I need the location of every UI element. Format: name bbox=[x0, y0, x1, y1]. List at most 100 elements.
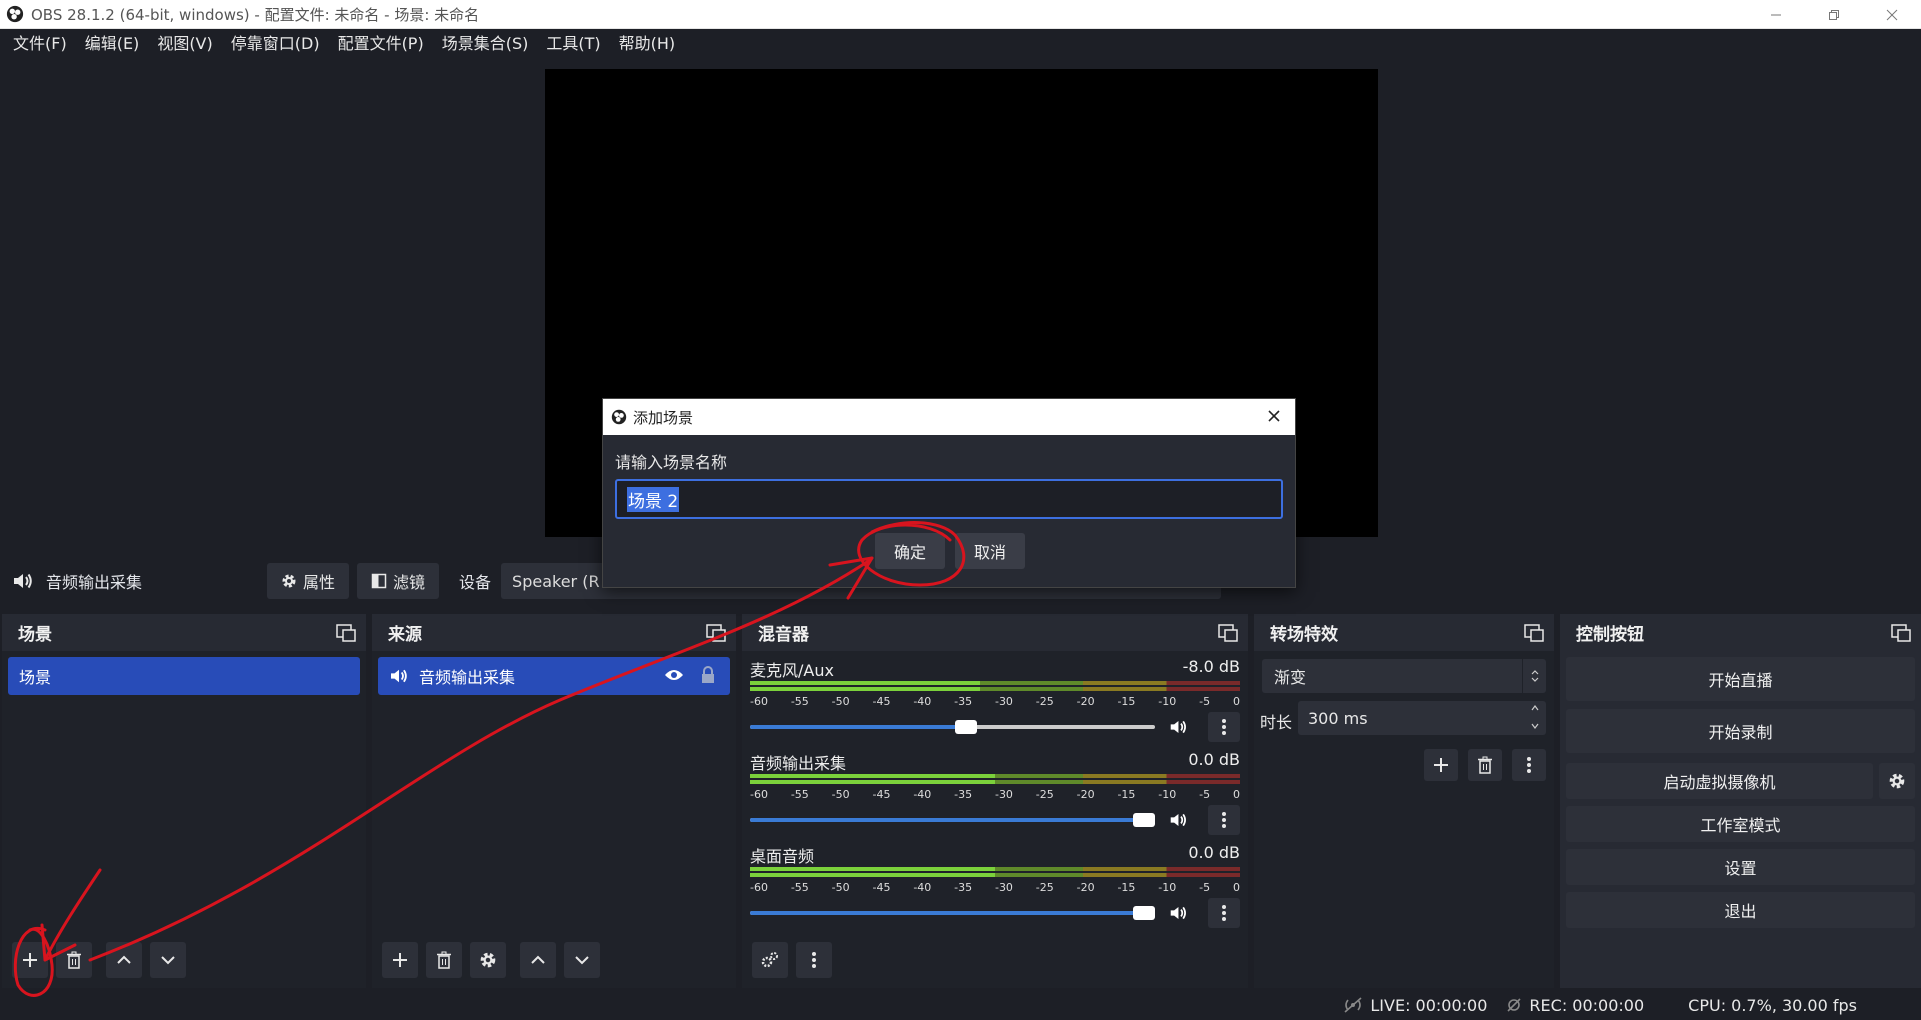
close-icon[interactable] bbox=[1265, 407, 1283, 425]
meter-level bbox=[750, 780, 995, 784]
record-off-icon bbox=[1507, 998, 1521, 1012]
scene-list-item[interactable]: 场景 bbox=[8, 657, 360, 695]
dialog-title: 添加场景 bbox=[633, 408, 694, 427]
mute-speaker-icon[interactable] bbox=[1169, 719, 1188, 735]
undock-icon[interactable] bbox=[1524, 623, 1544, 642]
rec-status: REC: 00:00:00 bbox=[1505, 996, 1644, 1015]
menu-scene-collection[interactable]: 场景集合(S) bbox=[433, 29, 538, 59]
source-properties-button[interactable] bbox=[470, 942, 506, 978]
menu-profile[interactable]: 配置文件(P) bbox=[329, 29, 433, 59]
add-transition-button[interactable] bbox=[1424, 749, 1458, 781]
start-virtual-camera-button[interactable]: 启动虚拟摄像机 bbox=[1566, 763, 1873, 799]
dialog-title-bar: 添加场景 bbox=[603, 399, 1295, 435]
eye-icon[interactable] bbox=[664, 667, 684, 683]
meter-tick-label: -10 bbox=[1158, 788, 1177, 801]
mute-speaker-icon[interactable] bbox=[1169, 812, 1188, 828]
settings-button[interactable]: 设置 bbox=[1566, 849, 1915, 885]
meter-tick-label: -35 bbox=[954, 695, 973, 708]
channel-menu-button[interactable] bbox=[1207, 712, 1240, 742]
menu-file[interactable]: 文件(F) bbox=[4, 29, 76, 59]
cancel-button[interactable]: 取消 bbox=[955, 533, 1025, 569]
add-source-button[interactable] bbox=[382, 942, 418, 978]
controls-dock: 控制按钮 开始直播 开始录制 启动虚拟摄像机 工作室模式 设置 退出 bbox=[1560, 614, 1921, 988]
exit-button[interactable]: 退出 bbox=[1566, 892, 1915, 928]
move-scene-down-button[interactable] bbox=[150, 942, 186, 978]
undock-icon[interactable] bbox=[336, 623, 356, 642]
undock-icon[interactable] bbox=[706, 623, 726, 642]
undock-icon[interactable] bbox=[1891, 623, 1911, 642]
start-recording-button[interactable]: 开始录制 bbox=[1566, 709, 1915, 753]
meter-tick-label: -25 bbox=[1035, 788, 1054, 801]
mute-speaker-icon[interactable] bbox=[1169, 905, 1188, 921]
minimize-button[interactable] bbox=[1747, 0, 1805, 29]
studio-mode-button[interactable]: 工作室模式 bbox=[1566, 806, 1915, 842]
volume-slider[interactable] bbox=[750, 813, 1155, 827]
lock-icon[interactable] bbox=[700, 665, 716, 685]
menu-bar: 文件(F) 编辑(E) 视图(V) 停靠窗口(D) 配置文件(P) 场景集合(S… bbox=[0, 29, 1921, 59]
remove-source-button[interactable] bbox=[426, 942, 462, 978]
menu-edit[interactable]: 编辑(E) bbox=[76, 29, 149, 59]
kebab-menu-icon bbox=[1527, 757, 1531, 773]
filters-button[interactable]: 滤镜 bbox=[357, 563, 440, 599]
volume-slider[interactable] bbox=[750, 720, 1155, 734]
meter-tick-label: -15 bbox=[1117, 695, 1136, 708]
menu-view[interactable]: 视图(V) bbox=[148, 29, 221, 59]
meter-tick-label: -10 bbox=[1158, 695, 1177, 708]
advanced-audio-button[interactable] bbox=[752, 942, 788, 978]
virtual-camera-settings-button[interactable] bbox=[1879, 763, 1915, 799]
transition-select[interactable]: 渐变 bbox=[1262, 659, 1546, 693]
start-streaming-button[interactable]: 开始直播 bbox=[1566, 657, 1915, 701]
meter-level bbox=[750, 687, 981, 691]
volume-slider[interactable] bbox=[750, 906, 1155, 920]
remove-transition-button[interactable] bbox=[1468, 749, 1502, 781]
device-value: Speaker (R bbox=[512, 571, 600, 591]
source-list-item[interactable]: 音频输出采集 bbox=[378, 657, 730, 695]
menu-help[interactable]: 帮助(H) bbox=[610, 29, 685, 59]
volume-slider-thumb[interactable] bbox=[1133, 813, 1155, 827]
duration-spin bbox=[1530, 703, 1540, 731]
meter-level bbox=[750, 774, 995, 778]
duration-spinbox[interactable]: 300 ms bbox=[1298, 701, 1546, 735]
move-scene-up-button[interactable] bbox=[106, 942, 142, 978]
menu-docks[interactable]: 停靠窗口(D) bbox=[222, 29, 329, 59]
close-window-button[interactable] bbox=[1863, 0, 1921, 29]
meter-bar bbox=[750, 867, 1240, 871]
spin-up-icon[interactable] bbox=[1530, 703, 1540, 713]
spin-down-icon[interactable] bbox=[1530, 721, 1540, 731]
duration-label: 时长 bbox=[1260, 713, 1293, 732]
channel-menu-button[interactable] bbox=[1207, 898, 1240, 928]
transitions-dock-title: 转场特效 bbox=[1270, 625, 1338, 645]
mixer-channel-db: 0.0 dB bbox=[1188, 750, 1240, 769]
meter-level bbox=[750, 681, 981, 685]
ok-button[interactable]: 确定 bbox=[875, 533, 945, 569]
transition-menu-button[interactable] bbox=[1512, 749, 1546, 781]
undock-icon[interactable] bbox=[1218, 623, 1238, 642]
add-scene-button[interactable] bbox=[12, 942, 48, 978]
remove-scene-button[interactable] bbox=[56, 942, 92, 978]
restore-button[interactable] bbox=[1805, 0, 1863, 29]
transitions-dock: 转场特效 渐变 时长 300 ms bbox=[1254, 614, 1554, 988]
scene-name-input[interactable]: 场景 2 bbox=[615, 479, 1283, 519]
dialog-prompt: 请输入场景名称 bbox=[615, 453, 728, 472]
close-icon bbox=[1886, 9, 1898, 20]
meter-tick-label: -5 bbox=[1199, 881, 1211, 894]
properties-button[interactable]: 属性 bbox=[267, 563, 350, 599]
meter-bar bbox=[750, 780, 1240, 784]
move-source-down-button[interactable] bbox=[564, 942, 600, 978]
mixer-channel-header: 麦克风/Aux -8.0 dB bbox=[750, 657, 1240, 681]
meter-tick-label: -60 bbox=[750, 788, 768, 801]
meter-ticks: -60 -55 -50 -45 -40 -35 -30 -25 -20 -15 -10 -5 0 bbox=[750, 695, 1240, 709]
meter-tick-label: -45 bbox=[872, 881, 891, 894]
plus-icon bbox=[23, 953, 37, 967]
channel-menu-button[interactable] bbox=[1207, 805, 1240, 835]
properties-label: 属性 bbox=[303, 573, 336, 592]
volume-slider-fill bbox=[750, 725, 977, 729]
volume-slider-thumb[interactable] bbox=[954, 720, 977, 734]
transitions-dock-header: 转场特效 bbox=[1254, 614, 1554, 651]
move-source-up-button[interactable] bbox=[520, 942, 556, 978]
volume-slider-thumb[interactable] bbox=[1133, 906, 1155, 920]
menu-tools[interactable]: 工具(T) bbox=[537, 29, 609, 59]
mixer-menu-button[interactable] bbox=[796, 942, 832, 978]
meter-tick-label: -50 bbox=[831, 695, 850, 708]
meter-bar bbox=[750, 774, 1240, 778]
